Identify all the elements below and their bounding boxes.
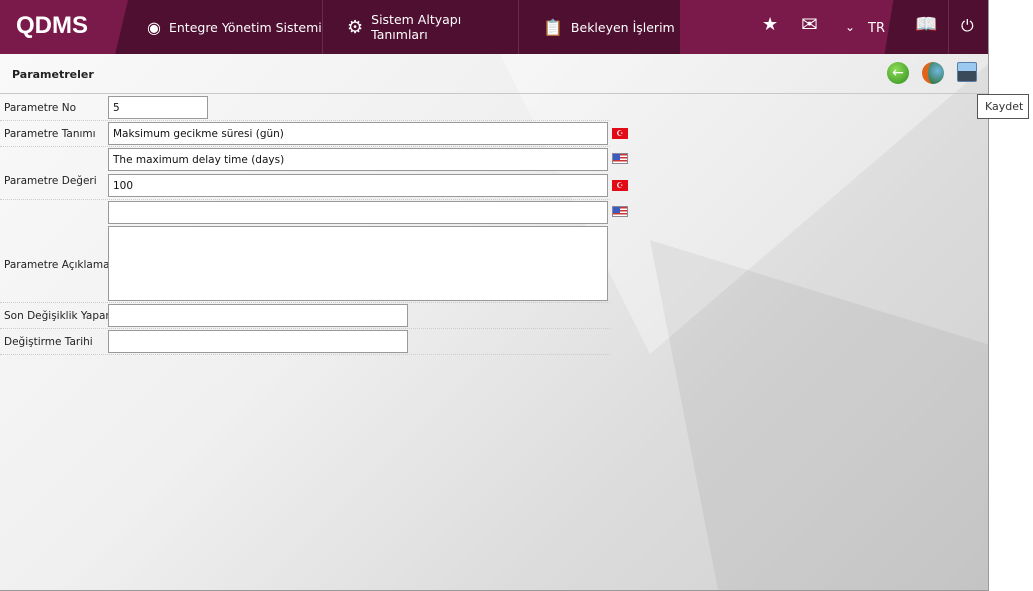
arrow-left-icon: ← [892, 65, 904, 81]
parametre-aciklamasi-textarea[interactable] [108, 226, 608, 301]
nav-entegre[interactable]: ◉ Entegre Yönetim Sistemi [123, 0, 323, 54]
power-icon[interactable]: ⏻ [961, 16, 974, 36]
parametre-aciklamasi-en-input[interactable] [108, 201, 608, 224]
save-tooltip: Kaydet [977, 94, 1029, 119]
top-header: QDMS ◉ Entegre Yönetim Sistemi ⚙ Sistem Al… [0, 0, 988, 54]
app-window: QDMS ◉ Entegre Yönetim Sistemi ⚙ Sistem Al… [0, 0, 989, 591]
q-logo-icon: ◉ [147, 17, 161, 37]
us-flag-icon [612, 153, 628, 164]
language-globe-button[interactable] [922, 62, 944, 84]
turkish-flag-icon: ☪ [612, 180, 628, 191]
parametre-no-label: Parametre No [4, 102, 77, 114]
parametre-tanimi-label: Parametre Tanımı [4, 128, 96, 140]
degistirme-tarihi-input[interactable] [108, 330, 408, 353]
page-title: Parametreler [12, 68, 94, 81]
language-selector[interactable]: TR [868, 21, 885, 36]
us-flag-icon [612, 206, 628, 217]
nav-sistem-altyapi[interactable]: ⚙ Sistem Altyapı Tanımları [323, 0, 519, 54]
mail-icon[interactable]: ✉ [801, 12, 818, 36]
parametre-tanimi-tr-input[interactable] [108, 122, 608, 145]
chevron-down-icon[interactable]: ⌄ [845, 20, 855, 34]
degistirme-tarihi-label: Değiştirme Tarihi [4, 336, 93, 348]
parametre-aciklamasi-label: Parametre Açıklaması [4, 259, 118, 271]
qdms-logo[interactable]: QDMS [16, 12, 88, 40]
manual-book-icon[interactable]: 📖 [915, 14, 937, 35]
save-button[interactable] [957, 62, 977, 82]
clipboard-check-icon: 📋 [543, 17, 563, 37]
parametre-degeri-input[interactable] [108, 174, 608, 197]
form-row [0, 94, 610, 121]
back-button[interactable]: ← [887, 62, 909, 84]
divider [948, 0, 949, 54]
gear-icon: ⚙ [347, 16, 364, 38]
son-degisiklik-yapan-input[interactable] [108, 304, 408, 327]
turkish-flag-icon: ☪ [612, 128, 628, 139]
parametre-no-input[interactable] [108, 96, 208, 119]
parametre-degeri-label: Parametre Değeri [4, 175, 97, 187]
son-degisiklik-yapan-label: Son Değişiklik Yapan [4, 310, 113, 322]
nav-bekleyen-islerim[interactable]: 📋 Bekleyen İşlerim [519, 0, 679, 54]
star-icon[interactable]: ★ [762, 14, 778, 35]
